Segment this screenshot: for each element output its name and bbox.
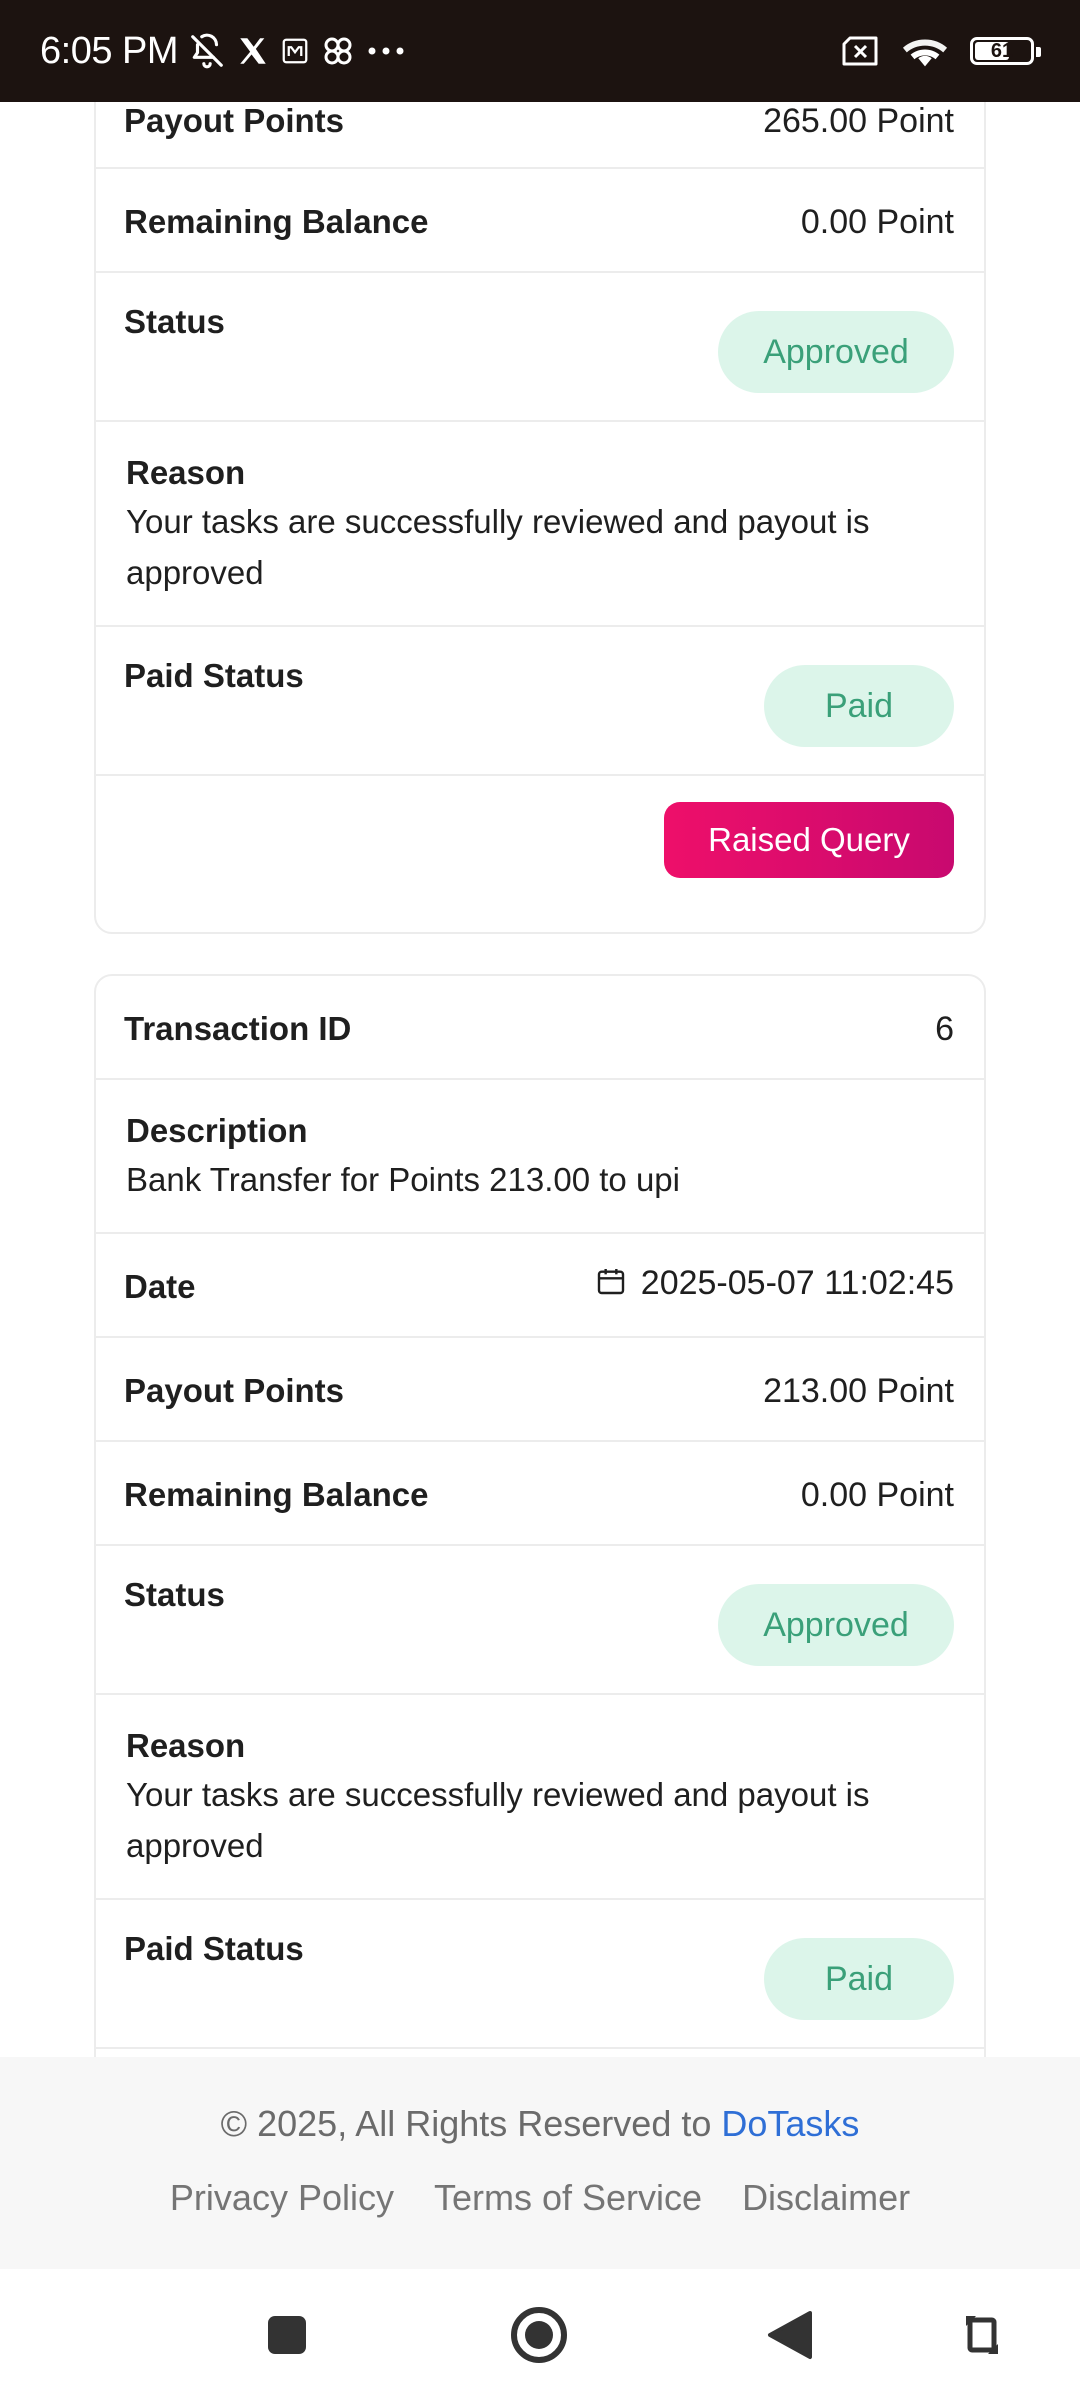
transaction-card: Payout Points 265.00 Point Remaining Bal… (94, 102, 986, 934)
transaction-id-value: 6 (935, 1010, 954, 1048)
status-badge: Approved (718, 1584, 954, 1666)
remaining-balance-label: Remaining Balance (124, 1476, 429, 1513)
date-value: 2025-05-07 11:02:45 (640, 1264, 954, 1302)
remaining-balance-value: 0.00 Point (800, 203, 954, 241)
description-text: Bank Transfer for Points 213.00 to upi (126, 1161, 680, 1198)
privacy-policy-link[interactable]: Privacy Policy (170, 2177, 394, 2219)
status-label: Status (124, 1576, 225, 1613)
paid-status-row: Paid Status Paid (96, 1900, 984, 2049)
rotate-icon[interactable] (952, 2305, 1012, 2365)
status-time: 6:05 PM (40, 29, 179, 72)
footer-links: Privacy Policy Terms of Service Disclaim… (0, 2177, 1080, 2219)
status-label: Status (124, 303, 225, 340)
battery-icon: 61 (970, 37, 1041, 65)
pinwheel-icon (320, 33, 356, 69)
date-row: Date 2025-05-07 11:02:45 (96, 1234, 984, 1338)
system-nav-bar (0, 2269, 1080, 2400)
payout-points-value: 265.00 Point (763, 102, 954, 140)
calendar-icon (595, 1265, 627, 1302)
reason-label: Reason (126, 454, 246, 491)
reason-label: Reason (126, 1727, 246, 1764)
remaining-balance-value: 0.00 Point (800, 1476, 954, 1514)
copyright-text: © 2025, All Rights Reserved to DoTasks (0, 2103, 1080, 2145)
description-row: Description Bank Transfer for Points 213… (96, 1080, 984, 1234)
status-bar: 6:05 PM 61 (0, 0, 1080, 102)
bell-off-icon (188, 32, 226, 70)
wifi-icon (902, 33, 948, 69)
battery-level: 61 (990, 39, 1014, 62)
transaction-id-label: Transaction ID (124, 1010, 352, 1047)
payout-points-row: Payout Points 213.00 Point (96, 1338, 984, 1442)
status-row: Status Approved (96, 1546, 984, 1695)
payout-points-row: Payout Points 265.00 Point (96, 102, 984, 169)
sim-x-icon (840, 35, 880, 67)
date-value-wrap: 2025-05-07 11:02:45 (595, 1264, 954, 1303)
reason-row: Reason Your tasks are successfully revie… (96, 422, 984, 627)
status-row: Status Approved (96, 273, 984, 422)
status-badge: Approved (718, 311, 954, 393)
more-icon (366, 45, 406, 57)
paid-status-label: Paid Status (124, 657, 304, 694)
copyright-label: © 2025, All Rights Reserved to (220, 2103, 722, 2144)
reason-row: Reason Your tasks are successfully revie… (96, 1695, 984, 1900)
disclaimer-link[interactable]: Disclaimer (742, 2177, 910, 2219)
paid-status-badge: Paid (764, 1938, 954, 2020)
transaction-id-row: Transaction ID 6 (96, 976, 984, 1080)
recents-square-icon[interactable] (257, 2305, 317, 2365)
remaining-balance-row: Remaining Balance 0.00 Point (96, 169, 984, 273)
payout-points-value: 213.00 Point (763, 1372, 954, 1410)
terms-of-service-link[interactable]: Terms of Service (434, 2177, 702, 2219)
brand-link[interactable]: DoTasks (721, 2103, 859, 2144)
reason-text: Your tasks are successfully reviewed and… (126, 503, 870, 591)
screen: 6:05 PM 61 Payout Points 265.00 Point Re… (0, 0, 1080, 2400)
remaining-balance-row: Remaining Balance 0.00 Point (96, 1442, 984, 1546)
description-label: Description (126, 1112, 308, 1149)
date-label: Date (124, 1268, 196, 1305)
transactions-list[interactable]: Payout Points 265.00 Point Remaining Bal… (0, 102, 1080, 2057)
actions-row: Raised Query (96, 776, 984, 932)
m-icon (280, 36, 310, 66)
paid-status-row: Paid Status Paid (96, 627, 984, 776)
paid-status-badge: Paid (764, 665, 954, 747)
back-triangle-icon[interactable] (760, 2305, 820, 2365)
x-logo-icon (236, 34, 270, 68)
home-circle-icon[interactable] (509, 2305, 569, 2365)
reason-text: Your tasks are successfully reviewed and… (126, 1776, 870, 1864)
payout-points-label: Payout Points (124, 1372, 345, 1409)
footer: © 2025, All Rights Reserved to DoTasks P… (0, 2057, 1080, 2269)
remaining-balance-label: Remaining Balance (124, 203, 429, 240)
raised-query-button[interactable]: Raised Query (664, 802, 954, 878)
paid-status-label: Paid Status (124, 1930, 304, 1967)
payout-points-label: Payout Points (124, 102, 345, 139)
transaction-card: Transaction ID 6 Description Bank Transf… (94, 974, 986, 2057)
